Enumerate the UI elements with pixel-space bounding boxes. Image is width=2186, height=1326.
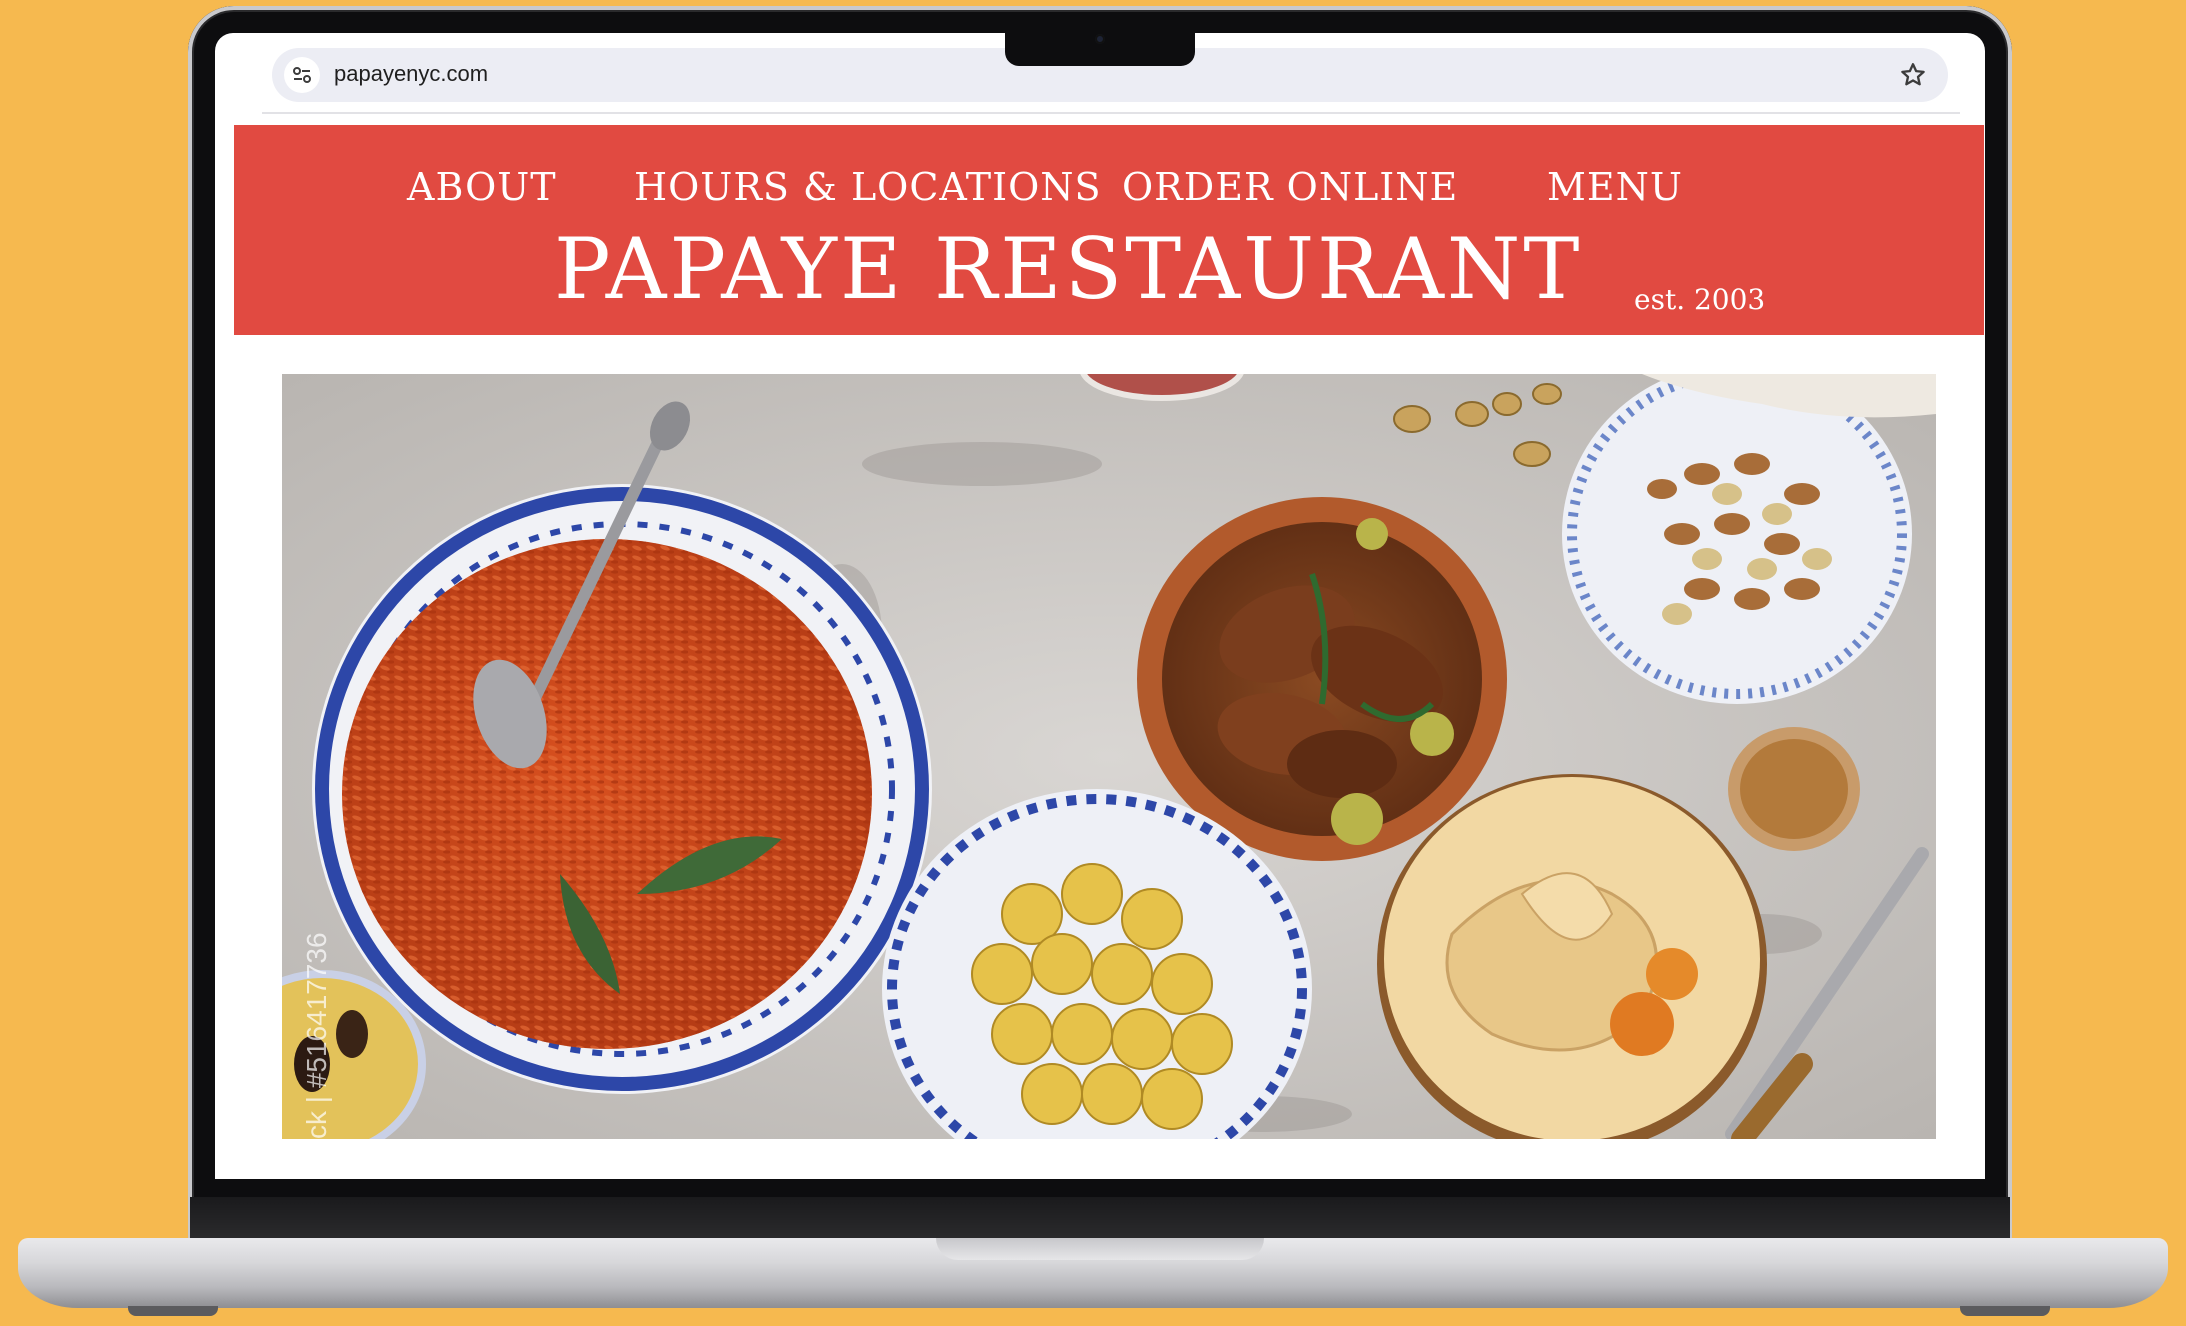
- crepes-plate: [1377, 774, 1767, 1139]
- brand-title[interactable]: PAPAYE RESTAURANT: [554, 220, 1582, 318]
- nuts-plate: [1562, 374, 1912, 704]
- laptop-opening-lip: [936, 1238, 1264, 1260]
- camera-icon: [1095, 34, 1105, 44]
- laptop-foot: [128, 1306, 218, 1316]
- hero-image: ck | #516417736: [282, 374, 1936, 1139]
- stock-watermark: ck | #516417736: [301, 932, 332, 1139]
- nav-order-online[interactable]: ORDER ONLINE: [1122, 165, 1458, 209]
- screen-bezel-bottom: [215, 1179, 1985, 1197]
- nav-about[interactable]: ABOUT: [407, 165, 557, 209]
- established-label: est. 2003: [1634, 283, 1766, 316]
- tune-icon[interactable]: [284, 57, 320, 93]
- nav-menu[interactable]: MENU: [1547, 165, 1683, 209]
- toolbar-divider: [262, 112, 1960, 114]
- chicken-tagine: [1137, 497, 1507, 861]
- laptop-hinge: [190, 1197, 2010, 1239]
- site-header: ABOUT HOURS & LOCATIONS ORDER ONLINE MEN…: [234, 125, 1984, 335]
- nav-hours-locations[interactable]: HOURS & LOCATIONS: [634, 165, 1102, 209]
- laptop-foot: [1960, 1306, 2050, 1316]
- url-text[interactable]: papayenyc.com: [334, 61, 488, 87]
- star-icon[interactable]: [1896, 58, 1930, 92]
- camera-notch: [1005, 26, 1195, 66]
